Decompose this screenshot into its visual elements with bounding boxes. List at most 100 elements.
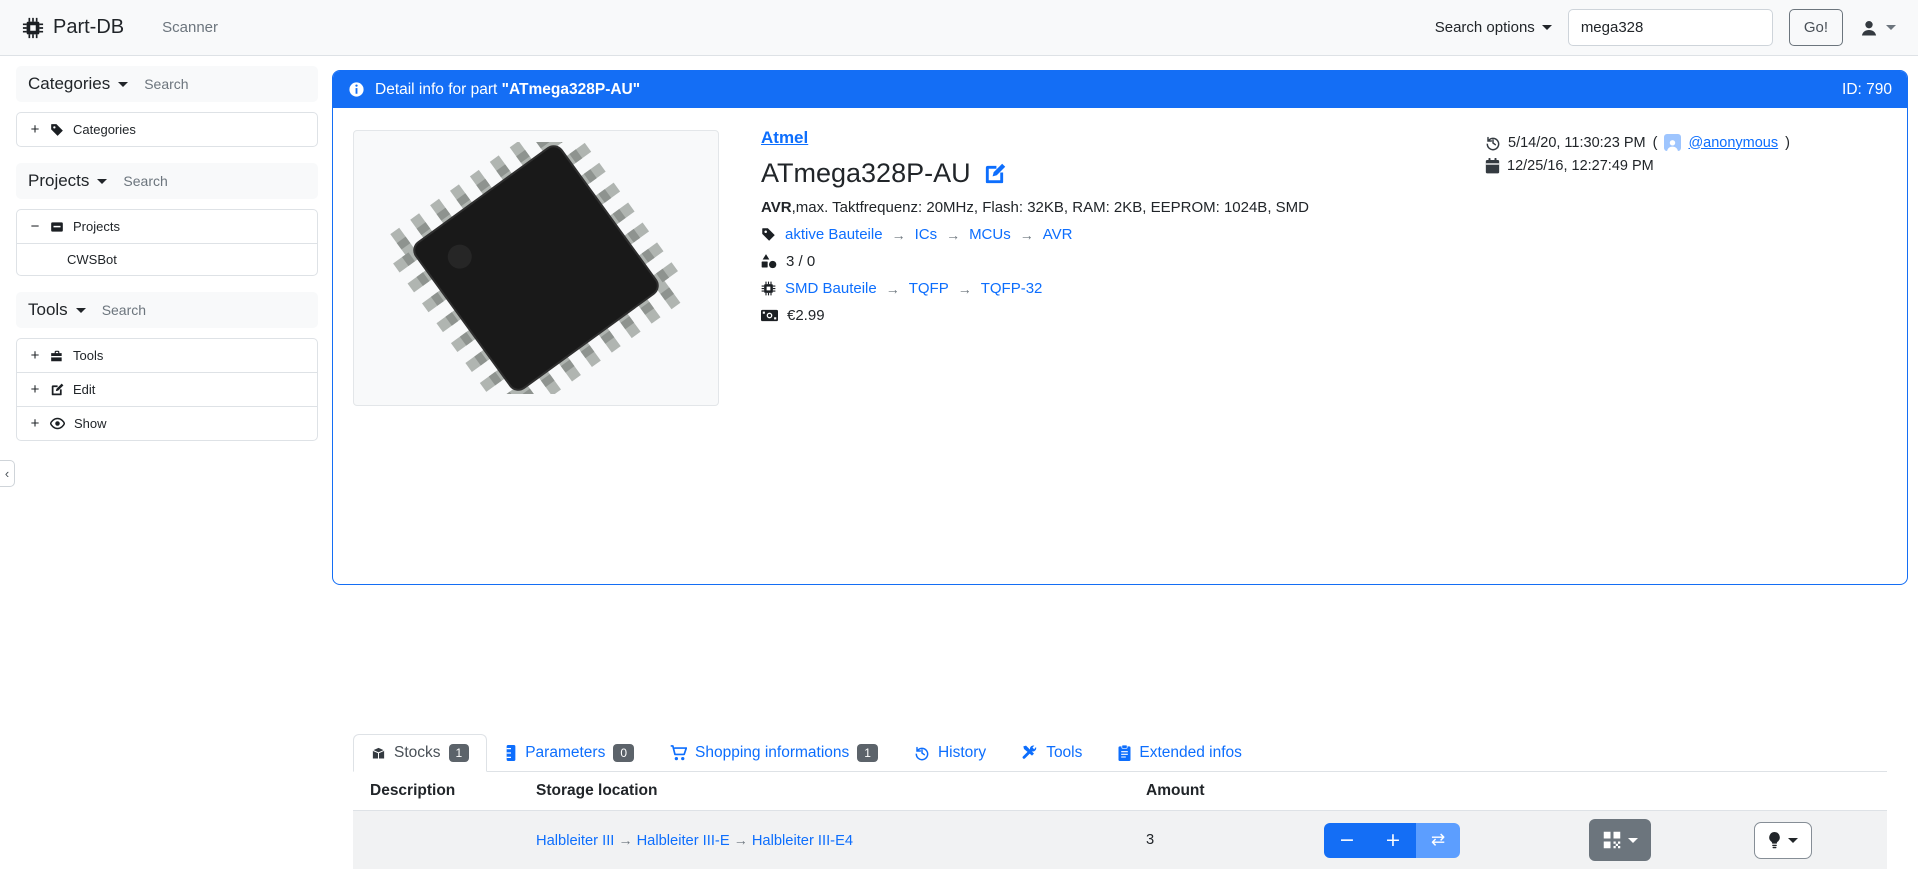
tree-item-categories[interactable]: + Categories — [17, 113, 317, 146]
tree-item-cwsbot[interactable]: CWSBot — [17, 243, 317, 275]
box-icon — [371, 746, 386, 761]
withdraw-button[interactable]: − — [1324, 823, 1370, 858]
label-dropdown-button[interactable] — [1589, 819, 1651, 861]
arrow-separator: → — [1020, 227, 1034, 243]
tools-tree: + Tools + Edit + Show — [16, 338, 318, 441]
tab-extended-infos[interactable]: Extended infos — [1100, 734, 1260, 772]
category-link[interactable]: aktive Bauteile — [785, 226, 883, 243]
money-bill-icon — [761, 309, 778, 322]
microchip-icon — [761, 281, 776, 296]
tab-parameters[interactable]: Parameters 0 — [487, 734, 652, 772]
clipboard-icon — [1118, 745, 1131, 761]
avatar — [1664, 134, 1681, 151]
toolbox-icon — [50, 349, 64, 363]
column-storage-location: Storage location — [528, 772, 1138, 811]
lot-amount: 3 — [1138, 811, 1316, 870]
led-locate-dropdown-button[interactable] — [1754, 822, 1812, 859]
tab-badge: 0 — [613, 744, 634, 762]
projects-search-input[interactable] — [123, 173, 243, 189]
ruler-vertical-icon — [505, 745, 517, 761]
card-header: Detail info for part "ATmega328P-AU" ID:… — [333, 71, 1907, 108]
expand-toggle[interactable]: + — [29, 347, 41, 364]
chevron-down-icon — [76, 308, 86, 313]
history-icon — [1485, 135, 1501, 151]
tab-history[interactable]: History — [896, 734, 1004, 772]
tab-label: Extended infos — [1139, 744, 1242, 762]
projects-dropdown-toggle[interactable]: Projects — [28, 171, 107, 191]
tree-item-projects[interactable]: − Projects — [17, 210, 317, 243]
nav-item-scanner[interactable]: Scanner — [162, 19, 218, 36]
category-link[interactable]: ICs — [915, 226, 938, 243]
location-link[interactable]: Halbleiter III-E4 — [752, 833, 853, 849]
arrow-separator: → — [946, 227, 960, 243]
last-modified-line: 5/14/20, 11:30:23 PM ( @anonymous) — [1485, 134, 1885, 151]
expand-toggle[interactable]: + — [29, 415, 41, 432]
tools-dropdown-toggle[interactable]: Tools — [28, 300, 86, 320]
add-button[interactable]: + — [1370, 823, 1416, 858]
part-price: €2.99 — [787, 307, 825, 324]
manufacturer-link[interactable]: Atmel — [761, 128, 808, 147]
user-menu[interactable] — [1859, 18, 1896, 38]
paren: ( — [1653, 135, 1658, 151]
footprint-link[interactable]: TQFP-32 — [981, 280, 1043, 297]
footprint-link[interactable]: TQFP — [909, 280, 949, 297]
sidebar-collapse-handle[interactable]: ‹ — [0, 460, 15, 487]
tab-label: Tools — [1046, 744, 1082, 762]
location-link[interactable]: Halbleiter III — [536, 833, 614, 849]
modified-user-link[interactable]: @anonymous — [1688, 135, 1778, 151]
search-options-label: Search options — [1435, 19, 1535, 36]
section-title: Categories — [28, 74, 110, 94]
chevron-down-icon — [1542, 25, 1552, 30]
arrow-separator: → — [958, 281, 972, 297]
stock-table: Description Storage location Amount Halb… — [353, 772, 1887, 869]
tree-item-label: Tools — [73, 348, 103, 363]
part-meta: 5/14/20, 11:30:23 PM ( @anonymous) 12/25… — [1485, 134, 1885, 181]
tab-badge: 1 — [449, 744, 470, 762]
tools-search-input[interactable] — [102, 302, 222, 318]
category-link[interactable]: MCUs — [969, 226, 1011, 243]
go-button[interactable]: Go! — [1789, 9, 1843, 46]
expand-toggle[interactable]: + — [29, 121, 41, 138]
collapse-toggle[interactable]: − — [29, 218, 41, 235]
footprint-link[interactable]: SMD Bauteile — [785, 280, 877, 297]
chevron-down-icon — [1628, 838, 1638, 843]
categories-section-header: Categories — [16, 66, 318, 102]
section-title: Projects — [28, 171, 89, 191]
footprint-line: SMD Bauteile → TQFP → TQFP-32 — [761, 280, 1887, 297]
search-options-dropdown[interactable]: Search options — [1435, 19, 1552, 36]
projects-section-header: Projects — [16, 163, 318, 199]
move-button[interactable]: ⇄ — [1416, 823, 1460, 858]
brand-link[interactable]: Part-DB — [22, 16, 124, 39]
part-image[interactable] — [353, 130, 719, 406]
card-body: Atmel ATmega328P-AU AVR,max. Taktfrequen… — [333, 108, 1907, 889]
tree-item-edit[interactable]: + Edit — [17, 372, 317, 406]
microchip-icon — [22, 17, 44, 39]
location-link[interactable]: Halbleiter III-E — [637, 833, 730, 849]
tree-item-label: Projects — [73, 219, 120, 234]
expand-toggle[interactable]: + — [29, 381, 41, 398]
category-line: aktive Bauteile → ICs → MCUs → AVR — [761, 226, 1887, 243]
tab-stocks[interactable]: Stocks 1 — [353, 734, 487, 772]
categories-dropdown-toggle[interactable]: Categories — [28, 74, 128, 94]
tab-badge: 1 — [857, 744, 878, 762]
chevron-left-icon: ‹ — [5, 466, 9, 481]
categories-tree: + Categories — [16, 112, 318, 147]
tab-shopping-informations[interactable]: Shopping informations 1 — [652, 734, 896, 772]
tree-item-show[interactable]: + Show — [17, 406, 317, 440]
categories-search-input[interactable] — [144, 76, 264, 92]
tree-item-label: Show — [74, 416, 107, 431]
tab-tools[interactable]: Tools — [1004, 734, 1100, 772]
chevron-down-icon — [97, 179, 107, 184]
user-icon — [1859, 18, 1879, 38]
tree-item-tools[interactable]: + Tools — [17, 339, 317, 372]
history-icon — [914, 745, 930, 761]
category-link[interactable]: AVR — [1043, 226, 1073, 243]
search-input[interactable] — [1568, 9, 1773, 46]
column-amount: Amount — [1138, 772, 1316, 811]
section-title: Tools — [28, 300, 68, 320]
edit-part-icon[interactable] — [983, 162, 1006, 185]
created-line: 12/25/16, 12:27:49 PM — [1485, 158, 1885, 174]
brand-label: Part-DB — [53, 16, 124, 39]
tree-item-label: Edit — [73, 382, 95, 397]
arrow-separator: → — [892, 227, 906, 243]
